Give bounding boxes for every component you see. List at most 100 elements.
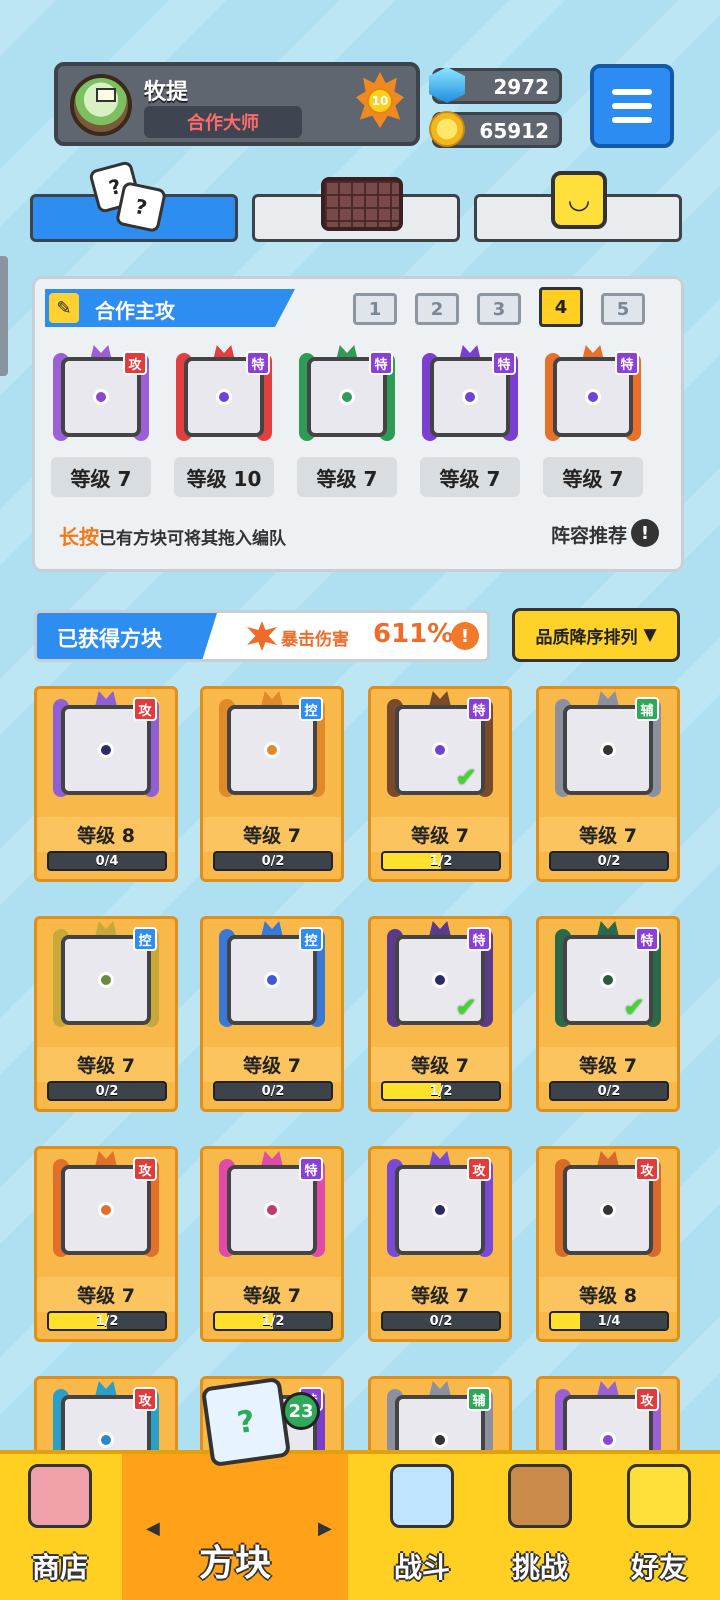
team-card-4[interactable]: 特等级 7 bbox=[418, 345, 522, 497]
sort-button[interactable]: 品质降序排列 ▼ bbox=[512, 608, 680, 662]
menu-icon bbox=[612, 89, 652, 95]
block-card-art: 特 ✔ bbox=[385, 691, 495, 801]
upgrade-progress-bar: 1/2 bbox=[381, 851, 501, 871]
block-core-dot bbox=[462, 389, 478, 405]
progress-text: 0/2 bbox=[597, 1083, 621, 1099]
team-card-level: 等级 10 bbox=[174, 457, 274, 497]
block-type-tag: 特 bbox=[369, 351, 393, 375]
dice-icon: ?? bbox=[88, 160, 168, 234]
block-core-dot bbox=[432, 972, 448, 988]
block-card[interactable]: 特 ✔ 等级 7 1/2 bbox=[368, 686, 512, 882]
progress-text: 1/2 bbox=[429, 853, 453, 869]
team-panel: ✎ 合作主攻 12345 攻等级 7 特等级 10 特等级 7 特等级 7 特等级 7 … bbox=[32, 276, 684, 572]
team-card-3[interactable]: 特等级 7 bbox=[295, 345, 399, 497]
block-card-art: 控 bbox=[217, 691, 327, 801]
team-panel-title: 合作主攻 bbox=[95, 299, 175, 323]
team-slot-4[interactable]: 4 bbox=[539, 287, 583, 327]
gem-counter[interactable]: 2972 bbox=[429, 67, 562, 104]
block-card[interactable]: 特 ✔ 等级 7 1/2 bbox=[368, 916, 512, 1112]
block-type-tag: 控 bbox=[299, 927, 323, 951]
team-slot-2[interactable]: 2 bbox=[415, 293, 459, 325]
block-core-dot bbox=[264, 972, 280, 988]
recommend-button[interactable]: 阵容推荐 bbox=[551, 521, 627, 548]
block-card-art: 特 bbox=[174, 345, 274, 445]
nav-friends-label: 好友 bbox=[630, 1551, 687, 1584]
block-card-art: 控 bbox=[217, 921, 327, 1031]
block-card[interactable]: 攻等级 8 0/4 bbox=[34, 686, 178, 882]
crit-burst-icon bbox=[247, 621, 277, 651]
progress-text: 0/2 bbox=[261, 1083, 285, 1099]
block-card[interactable]: 攻等级 7 1/2 bbox=[34, 1146, 178, 1342]
tab-emoji[interactable]: ◡ bbox=[474, 171, 682, 242]
crit-info-icon[interactable]: ! bbox=[451, 622, 479, 650]
check-icon: ✔ bbox=[623, 993, 645, 1023]
block-type-tag: 特 bbox=[492, 351, 516, 375]
crit-value: 611% bbox=[373, 619, 454, 649]
block-core-dot bbox=[432, 1202, 448, 1218]
block-type-tag: 攻 bbox=[133, 1387, 157, 1411]
block-type-tag: 特 bbox=[635, 927, 659, 951]
upgrade-progress-bar: 1/2 bbox=[47, 1311, 167, 1331]
cube-count-badge: 23 bbox=[282, 1392, 320, 1430]
upgrade-progress-bar: 0/4 bbox=[47, 851, 167, 871]
team-slot-5[interactable]: 5 bbox=[601, 293, 645, 325]
block-type-tag: 攻 bbox=[467, 1157, 491, 1181]
block-level: 等级 7 bbox=[539, 1047, 677, 1082]
player-level: 10 bbox=[367, 88, 393, 114]
block-level: 等级 7 bbox=[539, 817, 677, 852]
block-core-dot bbox=[264, 742, 280, 758]
nav-shop[interactable]: 商店 bbox=[0, 1454, 120, 1600]
tab-dice[interactable]: ?? bbox=[30, 160, 238, 242]
block-card[interactable]: 攻等级 8 1/4 bbox=[536, 1146, 680, 1342]
block-card-art: 攻 bbox=[51, 691, 161, 801]
acquired-bar: 已获得方块 暴击伤害 611% ! bbox=[34, 610, 490, 662]
block-core-dot bbox=[432, 742, 448, 758]
progress-text: 1/2 bbox=[429, 1083, 453, 1099]
team-slot-3[interactable]: 3 bbox=[477, 293, 521, 325]
coin-counter[interactable]: 65912 bbox=[429, 111, 562, 148]
tab-board[interactable] bbox=[252, 177, 460, 242]
player-profile[interactable]: 牧提 合作大师 10 bbox=[54, 62, 420, 146]
block-core-dot bbox=[98, 1202, 114, 1218]
nav-prev-arrow[interactable]: ◀ bbox=[146, 1518, 160, 1539]
block-card[interactable]: 特 ✔ 等级 7 0/2 bbox=[536, 916, 680, 1112]
nav-shop-label: 商店 bbox=[31, 1551, 88, 1584]
menu-button[interactable] bbox=[590, 64, 674, 148]
side-drawer-handle[interactable] bbox=[0, 256, 8, 376]
gem-amount: 2972 bbox=[493, 75, 549, 99]
block-core-dot bbox=[98, 742, 114, 758]
block-level: 等级 7 bbox=[203, 817, 341, 852]
edit-icon[interactable]: ✎ bbox=[49, 293, 79, 323]
block-type-tag: 攻 bbox=[133, 697, 157, 721]
friends-icon bbox=[627, 1464, 691, 1528]
block-card[interactable]: 特等级 7 1/2 bbox=[200, 1146, 344, 1342]
team-panel-header: ✎ 合作主攻 bbox=[45, 289, 295, 327]
block-card-art: 控 bbox=[51, 921, 161, 1031]
block-level: 等级 7 bbox=[371, 1277, 509, 1312]
dropdown-triangle-icon: ▼ bbox=[643, 625, 657, 645]
block-card[interactable]: 控等级 7 0/2 bbox=[200, 916, 344, 1112]
nav-next-arrow[interactable]: ▶ bbox=[318, 1518, 332, 1539]
block-card[interactable]: 攻等级 7 0/2 bbox=[368, 1146, 512, 1342]
team-slot-1[interactable]: 1 bbox=[353, 293, 397, 325]
smile-block-icon: ◡ bbox=[551, 171, 607, 229]
block-card[interactable]: 辅等级 7 0/2 bbox=[536, 686, 680, 882]
block-type-tag: 攻 bbox=[635, 1387, 659, 1411]
block-core-dot bbox=[339, 389, 355, 405]
block-type-tag: 特 bbox=[467, 927, 491, 951]
team-card-1[interactable]: 攻等级 7 bbox=[49, 345, 153, 497]
team-card-2[interactable]: 特等级 10 bbox=[172, 345, 276, 497]
block-card[interactable]: 控等级 7 0/2 bbox=[34, 916, 178, 1112]
nav-friends[interactable]: 好友 bbox=[598, 1454, 720, 1600]
nav-challenge[interactable]: 挑战 bbox=[480, 1454, 600, 1600]
block-card[interactable]: 控等级 7 0/2 bbox=[200, 686, 344, 882]
progress-text: 0/2 bbox=[95, 1083, 119, 1099]
crit-label: 暴击伤害 bbox=[281, 630, 349, 650]
info-icon[interactable]: ! bbox=[631, 519, 659, 547]
block-core-dot bbox=[600, 1202, 616, 1218]
team-card-5[interactable]: 特等级 7 bbox=[541, 345, 645, 497]
block-core-dot bbox=[600, 742, 616, 758]
nav-battle[interactable]: 战斗 bbox=[362, 1454, 482, 1600]
team-card-level: 等级 7 bbox=[543, 457, 643, 497]
block-card-art: 特 bbox=[217, 1151, 327, 1261]
